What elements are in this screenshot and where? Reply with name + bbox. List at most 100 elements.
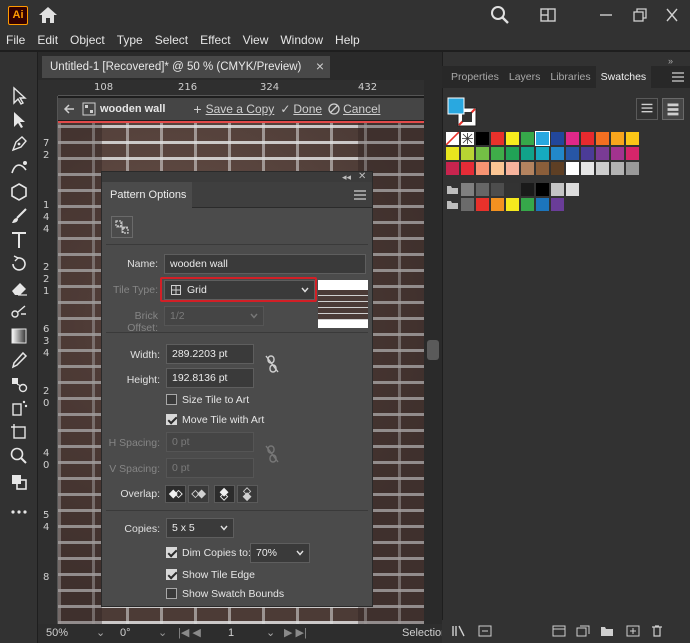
menu-effect[interactable]: Effect: [194, 33, 236, 47]
color-swatch[interactable]: [581, 162, 594, 175]
color-swatch[interactable]: [491, 147, 504, 160]
dim-copies-select[interactable]: 70%: [250, 543, 310, 563]
fill-stroke-toggle-icon[interactable]: [9, 472, 29, 492]
overlap-bottom-in-front-icon[interactable]: [237, 485, 258, 503]
color-swatch[interactable]: [476, 147, 489, 160]
color-swatch[interactable]: [551, 147, 564, 160]
color-swatch[interactable]: [506, 183, 519, 196]
move-tile-with-art-checkbox[interactable]: [166, 414, 177, 425]
link-proportions-icon[interactable]: [264, 354, 280, 374]
artboard-number-field[interactable]: 1: [228, 626, 234, 641]
new-color-group-icon[interactable]: [576, 625, 590, 637]
fill-stroke-indicator[interactable]: [446, 96, 480, 128]
save-a-copy-button[interactable]: Save a Copy: [206, 102, 275, 116]
document-tab[interactable]: Untitled-1 [Recovered]* @ 50 % (CMYK/Pre…: [42, 56, 330, 78]
v-spacing-input[interactable]: 0 pt: [166, 458, 254, 478]
width-input[interactable]: 289.2203 pt: [166, 344, 254, 364]
swatch-options-icon[interactable]: [552, 625, 566, 637]
first-artboard-icon[interactable]: |◀ ◀: [178, 626, 201, 641]
rotate-tool-icon[interactable]: [9, 254, 29, 274]
show-swatch-kinds-icon[interactable]: [478, 625, 492, 637]
h-spacing-input[interactable]: 0 pt: [166, 432, 254, 452]
color-swatch[interactable]: [521, 147, 534, 160]
color-swatch[interactable]: [446, 162, 459, 175]
panel-menu-icon[interactable]: [354, 190, 366, 200]
blend-tool-icon[interactable]: [9, 374, 29, 394]
tab-swatches[interactable]: Swatches: [595, 66, 652, 88]
color-group-folder-icon[interactable]: [446, 198, 459, 211]
color-swatch[interactable]: [551, 162, 564, 175]
zoom-tool-icon[interactable]: [9, 446, 29, 466]
curvature-tool-icon[interactable]: [9, 158, 29, 178]
tab-libraries[interactable]: Libraries: [545, 66, 595, 88]
color-swatch[interactable]: [536, 198, 549, 211]
search-icon[interactable]: [490, 5, 510, 25]
grid-view-icon[interactable]: [662, 98, 684, 120]
color-swatch[interactable]: [596, 162, 609, 175]
color-swatch[interactable]: [476, 132, 489, 145]
paintbrush-tool-icon[interactable]: [9, 206, 29, 226]
color-swatch[interactable]: [535, 131, 550, 146]
color-swatch[interactable]: [446, 147, 459, 160]
ruler-origin[interactable]: [38, 80, 58, 96]
tab-layers[interactable]: Layers: [504, 66, 546, 88]
copies-select[interactable]: 5 x 5: [166, 518, 234, 538]
zoom-dropdown-chevron-icon[interactable]: ⌄: [96, 626, 105, 641]
close-panel-icon[interactable]: ✕: [358, 171, 366, 182]
done-button[interactable]: Done: [293, 102, 322, 116]
restore-icon[interactable]: [632, 8, 648, 22]
panel-drag-bar[interactable]: [102, 172, 372, 182]
color-swatch[interactable]: [566, 162, 579, 175]
minimize-icon[interactable]: [598, 8, 614, 22]
color-swatch[interactable]: [536, 147, 549, 160]
color-swatch[interactable]: [566, 132, 579, 145]
shape-tool-icon[interactable]: [9, 182, 29, 202]
rotation-field[interactable]: 0°: [120, 626, 131, 641]
scrollbar-thumb[interactable]: [427, 340, 439, 360]
none-swatch[interactable]: [445, 131, 460, 146]
menu-file[interactable]: File: [0, 33, 31, 47]
vertical-ruler[interactable]: 7 2 1 4 4 2 2 1 6 3 4 2 0 4 0 5 4 8: [38, 96, 58, 624]
selection-tool-icon[interactable]: [9, 86, 29, 106]
brick-offset-select[interactable]: 1/2: [164, 306, 264, 326]
close-document-icon[interactable]: ×: [312, 56, 328, 78]
zoom-level-field[interactable]: 50%: [46, 626, 68, 641]
pattern-tile-tool-icon[interactable]: [111, 216, 133, 238]
menu-window[interactable]: Window: [274, 33, 329, 47]
color-swatch[interactable]: [551, 183, 564, 196]
color-swatch[interactable]: [521, 183, 534, 196]
color-swatch[interactable]: [551, 198, 564, 211]
color-swatch[interactable]: [461, 198, 474, 211]
color-swatch[interactable]: [626, 162, 639, 175]
color-swatch[interactable]: [566, 147, 579, 160]
link-spacing-icon[interactable]: [264, 444, 280, 464]
color-swatch[interactable]: [491, 198, 504, 211]
menu-object[interactable]: Object: [64, 33, 111, 47]
overlap-top-in-front-icon[interactable]: [214, 485, 235, 503]
color-swatch[interactable]: [581, 132, 594, 145]
color-swatch[interactable]: [461, 183, 474, 196]
collapse-dock-icon[interactable]: »: [668, 56, 673, 66]
color-swatch[interactable]: [536, 162, 549, 175]
color-swatch[interactable]: [476, 162, 489, 175]
color-swatch[interactable]: [596, 147, 609, 160]
overlap-left-in-front-icon[interactable]: [165, 485, 186, 503]
color-swatch[interactable]: [536, 183, 549, 196]
symbol-sprayer-tool-icon[interactable]: [9, 398, 29, 418]
artboard-tool-icon[interactable]: [9, 422, 29, 442]
menu-view[interactable]: View: [237, 33, 275, 47]
color-swatch[interactable]: [491, 132, 504, 145]
pen-tool-icon[interactable]: [9, 134, 29, 154]
color-swatch[interactable]: [491, 183, 504, 196]
color-swatch[interactable]: [626, 132, 639, 145]
color-swatch[interactable]: [506, 132, 519, 145]
direct-selection-tool-icon[interactable]: [9, 110, 29, 130]
dim-copies-checkbox[interactable]: [166, 547, 177, 558]
close-window-icon[interactable]: [664, 8, 680, 22]
show-swatch-bounds-checkbox[interactable]: [166, 588, 177, 599]
menu-select[interactable]: Select: [149, 33, 194, 47]
home-icon[interactable]: [38, 6, 58, 24]
color-swatch[interactable]: [611, 132, 624, 145]
color-swatch[interactable]: [476, 183, 489, 196]
folder-icon[interactable]: [600, 625, 614, 637]
